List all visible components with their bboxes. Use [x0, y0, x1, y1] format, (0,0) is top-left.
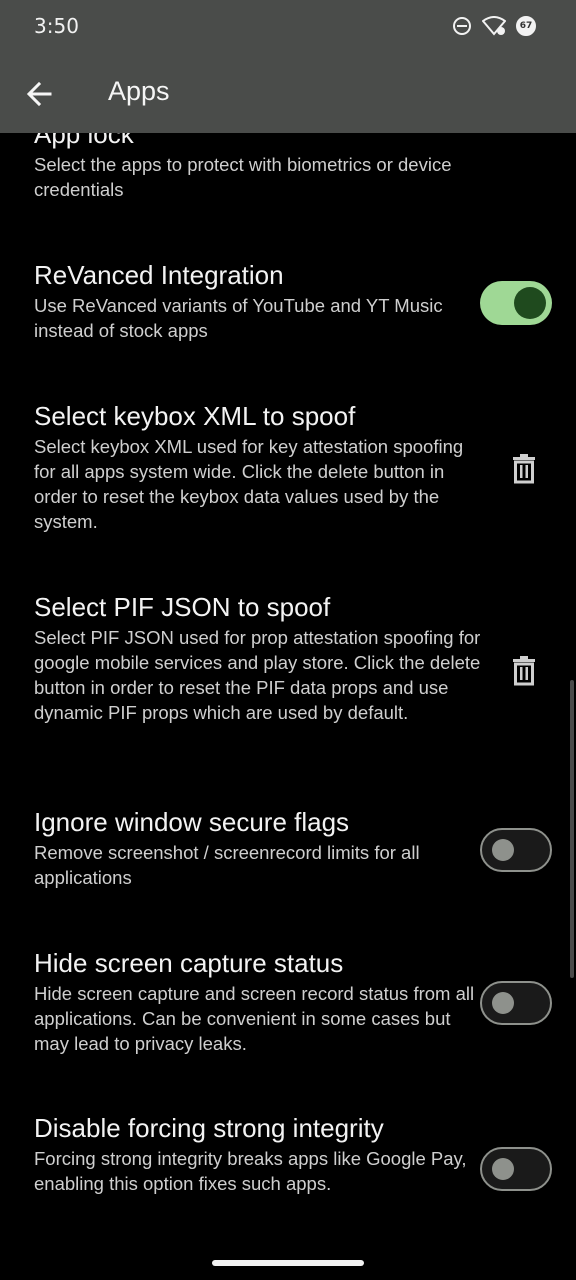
battery-level: 67: [519, 21, 533, 31]
secure-flags-toggle[interactable]: [480, 828, 552, 872]
status-icons: 67: [452, 14, 536, 38]
back-button[interactable]: [24, 76, 56, 112]
toggle-knob: [492, 839, 514, 861]
pref-ignore-secure-flags[interactable]: Ignore window secure flags Remove screen…: [34, 806, 489, 890]
pref-keybox-xml[interactable]: Select keybox XML to spoof Select keybox…: [34, 400, 489, 534]
pref-summary: Remove screenshot / screenrecord limits …: [34, 842, 420, 888]
app-bar: 3:50 67 Apps: [0, 0, 576, 133]
delete-pif-button[interactable]: [511, 656, 537, 686]
scrollbar[interactable]: [570, 680, 574, 978]
pref-title: Disable forcing strong integrity: [34, 1113, 384, 1143]
pref-title: Select PIF JSON to spoof: [34, 592, 331, 622]
trash-icon: [513, 656, 535, 686]
trash-icon: [513, 454, 535, 484]
pref-hide-screen-capture[interactable]: Hide screen capture status Hide screen c…: [34, 947, 489, 1056]
pref-summary: Select PIF JSON used for prop attestatio…: [34, 627, 481, 723]
wifi-icon: [482, 16, 506, 36]
pref-pif-json[interactable]: Select PIF JSON to spoof Select PIF JSON…: [34, 591, 489, 725]
page-title: Apps: [108, 76, 170, 106]
pref-title: Hide screen capture status: [34, 948, 344, 978]
dnd-icon: [453, 17, 471, 35]
pref-summary: Select the apps to protect with biometri…: [34, 154, 452, 200]
pref-disable-strong-integrity[interactable]: Disable forcing strong integrity Forcing…: [34, 1112, 489, 1196]
delete-keybox-button[interactable]: [511, 454, 537, 484]
pref-title: Ignore window secure flags: [34, 807, 350, 837]
home-indicator[interactable]: [212, 1260, 364, 1266]
back-arrow-icon: [26, 81, 52, 107]
pref-title: ReVanced Integration: [34, 260, 284, 290]
pref-summary: Forcing strong integrity breaks apps lik…: [34, 1148, 467, 1194]
pref-summary: Hide screen capture and screen record st…: [34, 983, 475, 1054]
pref-title: Select keybox XML to spoof: [34, 401, 356, 431]
revanced-toggle[interactable]: [480, 281, 552, 325]
pref-summary: Use ReVanced variants of YouTube and YT …: [34, 295, 443, 341]
strong-integrity-toggle[interactable]: [480, 1147, 552, 1191]
toggle-knob: [492, 1158, 514, 1180]
toggle-knob: [514, 287, 546, 319]
toggle-knob: [492, 992, 514, 1014]
settings-list: App lock Select the apps to protect with…: [0, 0, 576, 1280]
screen-capture-toggle[interactable]: [480, 981, 552, 1025]
status-time: 3:50: [34, 14, 79, 38]
pref-summary: Select keybox XML used for key attestati…: [34, 436, 464, 532]
pref-revanced-integration[interactable]: ReVanced Integration Use ReVanced varian…: [34, 259, 489, 343]
battery-icon: 67: [516, 16, 536, 36]
